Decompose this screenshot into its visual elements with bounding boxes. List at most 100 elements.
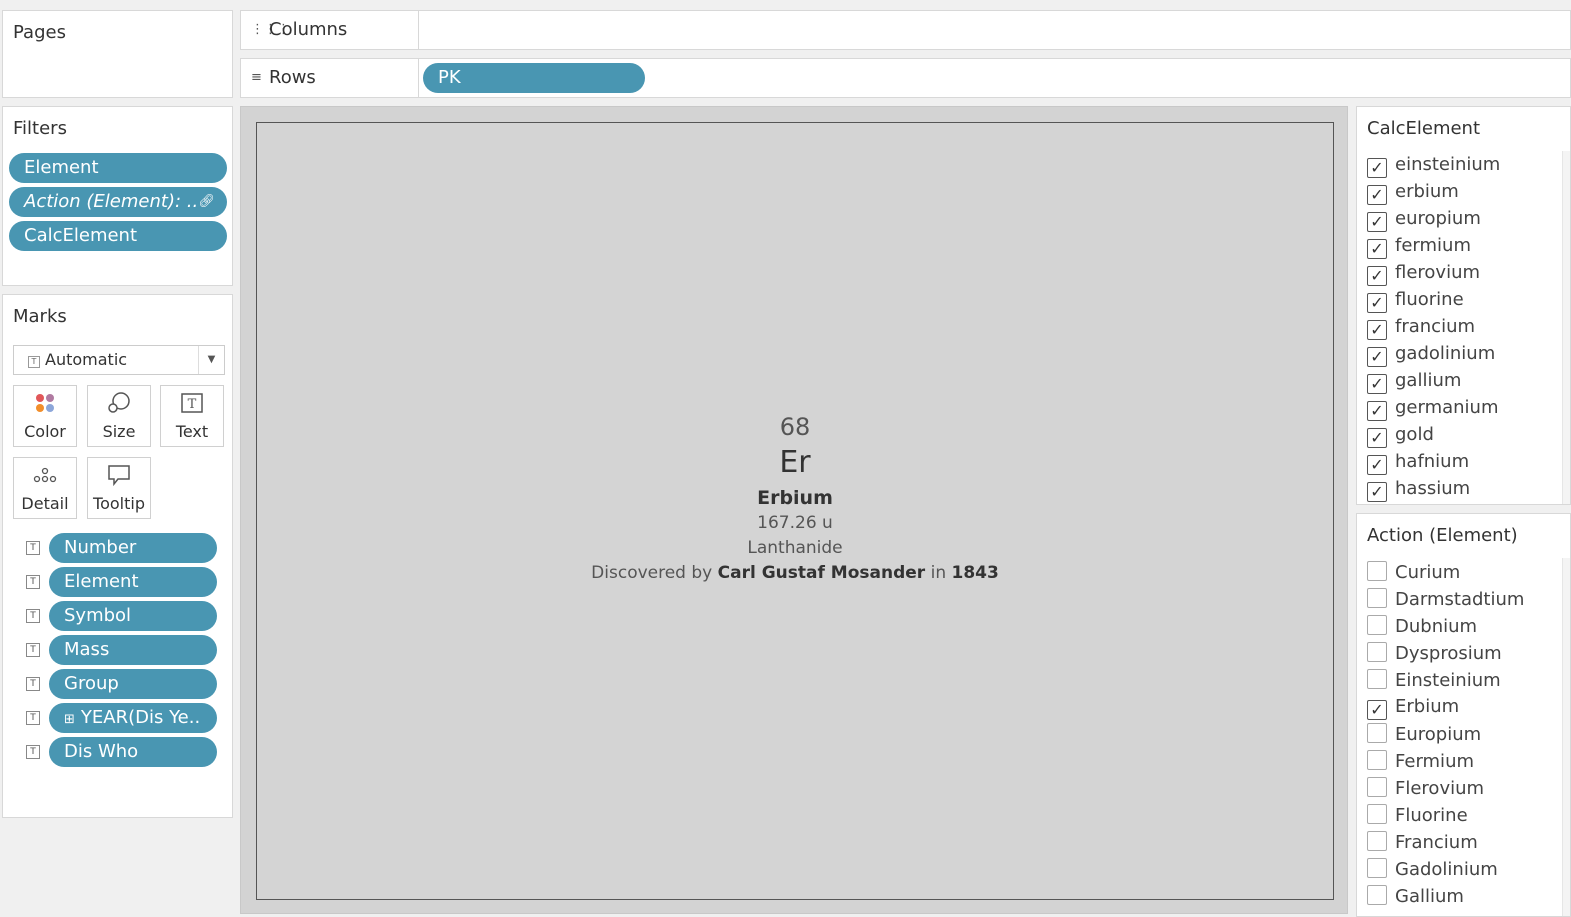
marks-field-dis-who[interactable]: Dis Who: [49, 737, 217, 767]
checkbox-checked-icon[interactable]: ✓: [1367, 428, 1387, 448]
rows-pill-pk[interactable]: PK: [423, 63, 645, 93]
filter-list-item[interactable]: Gallium: [1367, 885, 1464, 909]
rows-shelf-label: ≡ Rows: [241, 59, 419, 97]
filter-list-item[interactable]: ✓ erbium: [1367, 181, 1459, 205]
tooltip-button[interactable]: Tooltip: [87, 457, 151, 519]
filter-list-item[interactable]: ✓ gallium: [1367, 370, 1461, 394]
checkbox-checked-icon[interactable]: ✓: [1367, 212, 1387, 232]
svg-text:T: T: [188, 397, 197, 412]
text-button[interactable]: T Text: [160, 385, 224, 447]
filter-list-item[interactable]: Fermium: [1367, 750, 1474, 774]
checkbox-checked-icon[interactable]: ✓: [1367, 455, 1387, 475]
marks-field-element[interactable]: Element: [49, 567, 217, 597]
filter-list-item[interactable]: ✓ germanium: [1367, 397, 1499, 421]
checkbox-checked-icon[interactable]: ✓: [1367, 482, 1387, 502]
filter-list-item[interactable]: ✓ flerovium: [1367, 262, 1480, 286]
calcelement-scrollbar[interactable]: [1562, 151, 1570, 504]
checkbox-checked-icon[interactable]: ✓: [1367, 185, 1387, 205]
marks-field-mass[interactable]: Mass: [49, 635, 217, 665]
rows-shelf[interactable]: ≡ Rows PK: [240, 58, 1571, 98]
filter-list-item[interactable]: Dubnium: [1367, 615, 1477, 639]
filter-list-item[interactable]: ✓ Erbium: [1367, 696, 1459, 720]
checkbox-checked-icon[interactable]: ✓: [1367, 158, 1387, 178]
detail-button[interactable]: Detail: [13, 457, 77, 519]
filter-list-item[interactable]: ✓ gadolinium: [1367, 343, 1495, 367]
checkbox-checked-icon[interactable]: ✓: [1367, 374, 1387, 394]
color-icon: [14, 386, 76, 416]
filter-list-item[interactable]: Dysprosium: [1367, 642, 1502, 666]
marks-field-year[interactable]: ⊞ YEAR(Dis Ye..: [49, 703, 217, 733]
filter-list-item[interactable]: ✓ gold: [1367, 424, 1434, 448]
checkbox-icon[interactable]: [1367, 723, 1387, 743]
filter-pill-action-element[interactable]: Action (Element): .. 🔗︎: [9, 187, 227, 217]
filter-list-item[interactable]: Gadolinium: [1367, 858, 1498, 882]
filter-list-item-label: Erbium: [1395, 696, 1460, 717]
checkbox-icon[interactable]: [1367, 642, 1387, 662]
viz-pane[interactable]: 68 Er Erbium 167.26 u Lanthanide Discove…: [256, 122, 1334, 900]
filter-list-item[interactable]: ✓ francium: [1367, 316, 1475, 340]
filter-list-item[interactable]: ✓ hassium: [1367, 478, 1470, 502]
text-field-icon: T: [26, 677, 40, 691]
viz-area: 68 Er Erbium 167.26 u Lanthanide Discove…: [240, 106, 1348, 914]
checkbox-icon[interactable]: [1367, 615, 1387, 635]
checkbox-icon[interactable]: [1367, 777, 1387, 797]
marks-field-group[interactable]: Group: [49, 669, 217, 699]
filter-pill-calcelement[interactable]: CalcElement: [9, 221, 227, 251]
color-button[interactable]: Color: [13, 385, 77, 447]
text-field-icon: T: [26, 643, 40, 657]
filter-list-item[interactable]: ✓ europium: [1367, 208, 1481, 232]
size-button[interactable]: Size: [87, 385, 151, 447]
filters-card: Filters Element Action (Element): .. 🔗︎ …: [2, 106, 233, 286]
checkbox-checked-icon[interactable]: ✓: [1367, 320, 1387, 340]
filter-pill-element[interactable]: Element: [9, 153, 227, 183]
filter-list-item-label: francium: [1395, 316, 1476, 337]
checkbox-icon[interactable]: [1367, 831, 1387, 851]
filter-list-item[interactable]: Einsteinium: [1367, 669, 1501, 693]
checkbox-icon[interactable]: [1367, 750, 1387, 770]
filter-list-item[interactable]: ✓ hafnium: [1367, 451, 1469, 475]
checkbox-checked-icon[interactable]: ✓: [1367, 293, 1387, 313]
text-field-icon: T: [26, 711, 40, 725]
columns-shelf-label: ⋮⋮⋮Columns: [241, 11, 419, 49]
filter-list-item-label: gold: [1395, 424, 1434, 445]
filter-list-item[interactable]: Flerovium: [1367, 777, 1484, 801]
rows-label-text: Rows: [269, 67, 316, 88]
marks-field-symbol[interactable]: Symbol: [49, 601, 217, 631]
checkbox-icon[interactable]: [1367, 588, 1387, 608]
checkbox-checked-icon[interactable]: ✓: [1367, 401, 1387, 421]
element-name: Erbium: [757, 487, 833, 509]
checkbox-icon[interactable]: [1367, 561, 1387, 581]
filter-list-item[interactable]: Curium: [1367, 561, 1460, 585]
element-group: Lanthanide: [747, 538, 843, 558]
filter-list-item[interactable]: Europium: [1367, 723, 1481, 747]
text-field-icon: T: [26, 541, 40, 555]
checkbox-icon[interactable]: [1367, 885, 1387, 905]
filter-list-item-label: germanium: [1395, 397, 1499, 418]
element-number: 68: [779, 413, 811, 441]
checkbox-icon[interactable]: [1367, 858, 1387, 878]
columns-shelf[interactable]: ⋮⋮⋮Columns: [240, 10, 1571, 50]
mark-type-dropdown[interactable]: T Automatic ▼: [13, 345, 225, 375]
filter-list-item[interactable]: Fluorine: [1367, 804, 1468, 828]
checkbox-icon[interactable]: [1367, 669, 1387, 689]
marks-field-number[interactable]: Number: [49, 533, 217, 563]
filter-list-item[interactable]: ✓ einsteinium: [1367, 154, 1500, 178]
checkbox-checked-icon[interactable]: ✓: [1367, 239, 1387, 259]
filter-list-item[interactable]: ✓ fluorine: [1367, 289, 1464, 313]
marks-field-year-label: YEAR(Dis Ye..: [80, 707, 201, 728]
filter-list-item[interactable]: Francium: [1367, 831, 1478, 855]
checkbox-checked-icon[interactable]: ✓: [1367, 347, 1387, 367]
filter-list-item[interactable]: Darmstadtium: [1367, 588, 1524, 612]
discovery-mid: in: [925, 563, 952, 583]
checkbox-icon[interactable]: [1367, 804, 1387, 824]
action-element-scrollbar[interactable]: [1562, 558, 1570, 916]
chevron-down-icon[interactable]: ▼: [198, 346, 224, 374]
expand-plus-icon[interactable]: ⊞: [64, 712, 75, 727]
filter-list-item-label: einsteinium: [1395, 154, 1501, 175]
checkbox-checked-icon[interactable]: ✓: [1367, 700, 1387, 720]
filter-list-item[interactable]: ✓ fermium: [1367, 235, 1471, 259]
element-discovery: Discovered by Carl Gustaf Mosander in 18…: [257, 563, 1333, 583]
calcelement-filter-title: CalcElement: [1367, 118, 1481, 139]
checkbox-checked-icon[interactable]: ✓: [1367, 266, 1387, 286]
filter-list-item-label: erbium: [1395, 181, 1459, 202]
